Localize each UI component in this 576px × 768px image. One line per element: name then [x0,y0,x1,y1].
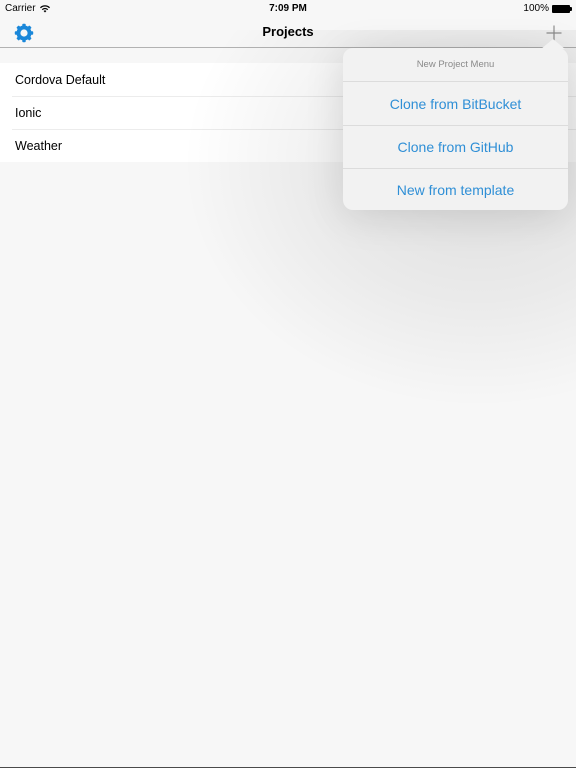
project-name: Weather [15,138,63,153]
navigation-bar: Projects [0,20,576,48]
popover-title: New Project Menu [343,48,568,82]
project-name: Cordova Default [15,72,106,87]
project-name: Ionic [15,105,42,120]
status-time: 7:09 PM [269,3,307,14]
new-project-popover: New Project Menu Clone from BitBucket Cl… [343,39,568,211]
clone-bitbucket-button[interactable]: Clone from BitBucket [343,82,568,125]
page-title: Projects [262,24,314,39]
battery-percent: 100% [523,3,549,14]
new-from-template-button[interactable]: New from template [343,168,568,211]
popover-arrow [541,39,565,49]
battery-icon [552,4,572,13]
clone-github-button[interactable]: Clone from GitHub [343,125,568,168]
battery-indicator: 100% [523,3,572,14]
status-bar: Carrier 7:09 PM 100% [0,0,576,20]
